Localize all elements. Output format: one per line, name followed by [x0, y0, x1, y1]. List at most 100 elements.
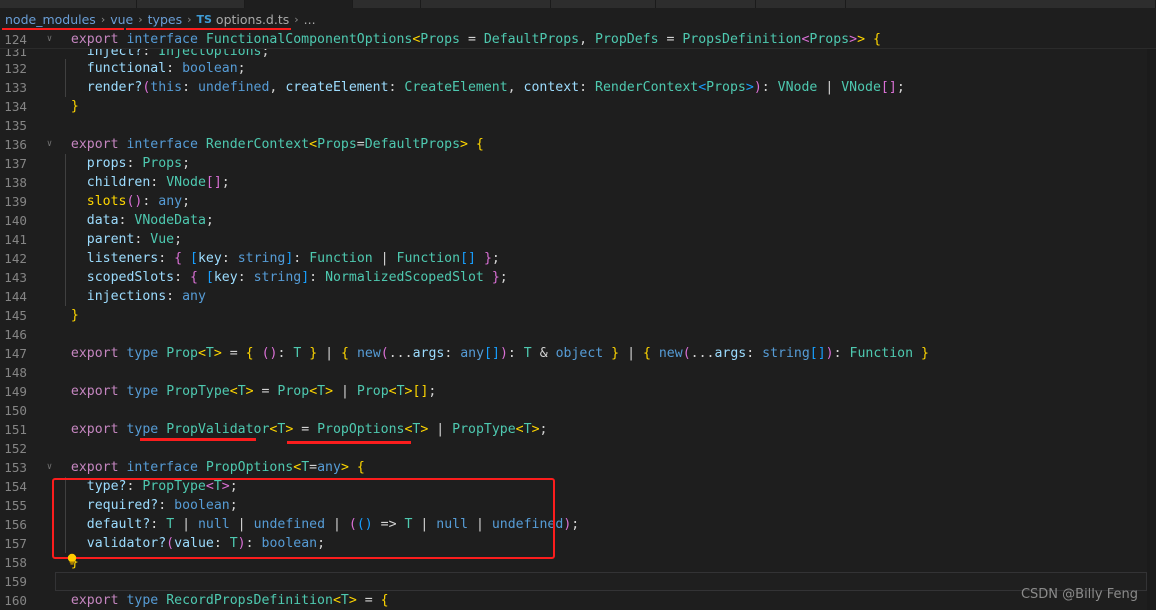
code-token: { [475, 137, 484, 152]
code-line-132[interactable]: 132 functional: boolean; [0, 59, 1156, 78]
code-token: [ [809, 346, 818, 361]
code-token: RecordPropsDefinition [166, 593, 333, 608]
code-token: | [174, 517, 198, 532]
breadcrumb-separator-icon: › [187, 12, 192, 26]
code-line-135[interactable]: 135 [0, 116, 1156, 135]
code-token: > [325, 384, 334, 399]
indent-guide [65, 249, 66, 268]
minimap-scrollbar-gutter[interactable] [1147, 30, 1156, 610]
breadcrumb-item-options-d-ts[interactable]: options.d.ts [216, 12, 289, 27]
lightbulb-quickfix-icon[interactable] [66, 553, 78, 566]
code-line-151[interactable]: 151 export type PropValidator <T> = PropO… [0, 420, 1156, 439]
code-token: < [293, 460, 302, 475]
code-token: ( [261, 346, 270, 361]
code-line-144[interactable]: 144 injections: any [0, 287, 1156, 306]
code-line-134[interactable]: 134 } [0, 97, 1156, 116]
code-line-158[interactable]: 158 } [0, 553, 1156, 572]
code-line-148[interactable]: 148 [0, 363, 1156, 382]
fold-chevron-icon[interactable]: ∨ [44, 135, 55, 154]
code-token: { [174, 251, 183, 266]
line-number-153: 153 [4, 460, 27, 475]
code-token: } [483, 251, 492, 266]
code-token: DefaultProps [483, 32, 580, 47]
code-line-159[interactable]: 159 [0, 572, 1156, 591]
breadcrumb-item-types[interactable]: types [148, 12, 182, 27]
code-line-152[interactable]: 152 [0, 439, 1156, 458]
code-text-140: data: VNodeData; [55, 211, 1156, 230]
line-number-146: 146 [4, 327, 27, 342]
fold-chevron-icon[interactable]: ∨ [44, 458, 55, 477]
code-token: Prop [166, 346, 198, 361]
breadcrumb-item-node-modules[interactable]: node_modules [5, 12, 96, 27]
editor-tab-3[interactable] [245, 0, 353, 8]
code-line-153[interactable]: 153 ∨ export interface PropOptions<T=any>… [0, 458, 1156, 477]
code-text-124: export interface FunctionalComponentOpti… [55, 30, 1156, 48]
code-token: Prop [356, 384, 389, 399]
code-token: export [70, 346, 119, 361]
code-token: : [833, 346, 850, 361]
code-line-139[interactable]: 139 slots(): any; [0, 192, 1156, 211]
code-text-135 [55, 116, 1156, 135]
code-line-145[interactable]: 145 } [0, 306, 1156, 325]
code-line-140[interactable]: 140 data: VNodeData; [0, 211, 1156, 230]
code-text-160: export type RecordPropsDefinition<T> = { [55, 591, 1156, 610]
breadcrumb[interactable]: node_modules › vue › types › TS options.d.ts ›..… [0, 8, 1156, 30]
line-number-157: 157 [4, 536, 27, 551]
code-editor[interactable]: 124 ∨ export interface FunctionalComponen… [0, 30, 1156, 610]
code-token: ; [174, 232, 183, 247]
code-token: : [158, 498, 175, 513]
code-line-138[interactable]: 138 children: VNode[]; [0, 173, 1156, 192]
code-line-160[interactable]: 160 export type RecordPropsDefinition<T>… [0, 591, 1156, 610]
code-token: | [317, 346, 342, 361]
code-line-149[interactable]: 149 export type PropType<T> = Prop<T> | … [0, 382, 1156, 401]
code-token: | [229, 517, 254, 532]
code-token: > [745, 80, 754, 95]
code-line-137[interactable]: 137 props: Props; [0, 154, 1156, 173]
editor-tab-1[interactable] [0, 0, 137, 8]
code-line-155[interactable]: 155 required?: boolean; [0, 496, 1156, 515]
code-line-142[interactable]: 142 listeners: { [key: string]: Function… [0, 249, 1156, 268]
code-token: = [309, 460, 318, 475]
code-line-146[interactable]: 146 [0, 325, 1156, 344]
code-line-136[interactable]: 136 ∨ export interface RenderContext<Prop… [0, 135, 1156, 154]
code-line-157[interactable]: 157 validator?(value: T): boolean; [0, 534, 1156, 553]
editor-tab-5[interactable] [421, 0, 551, 8]
fold-gutter [44, 249, 55, 268]
code-token: string [762, 346, 810, 361]
indent-guide [65, 477, 66, 496]
breadcrumb-item-vue[interactable]: vue [110, 12, 133, 27]
code-token: { [380, 593, 389, 608]
editor-tab-4[interactable] [353, 0, 421, 8]
code-line-131[interactable]: 131 inject?: InjectOptions; [0, 49, 1156, 59]
code-token: > [857, 32, 866, 47]
code-line-154[interactable]: 154 type?: PropType<T>; [0, 477, 1156, 496]
code-token: | [333, 384, 357, 399]
code-line-124[interactable]: 124 ∨ export interface FunctionalComponen… [0, 30, 1156, 49]
code-line-143[interactable]: 143 scopedSlots: { [key: string]: Normal… [0, 268, 1156, 287]
editor-tab-2[interactable] [137, 0, 245, 8]
code-line-150[interactable]: 150 [0, 401, 1156, 420]
editor-tab-9[interactable] [846, 0, 1156, 8]
code-token: { [341, 346, 349, 361]
code-line-156[interactable]: 156 default?: T | null | undefined | (()… [0, 515, 1156, 534]
indent-guide [65, 496, 66, 515]
editor-tab-6[interactable] [551, 0, 656, 8]
code-line-147[interactable]: 147 export type Prop<T> = { (): T } | { … [0, 344, 1156, 363]
fold-chevron-icon[interactable]: ∨ [44, 30, 55, 48]
code-text-145: } [55, 306, 1156, 325]
fold-gutter [44, 287, 55, 306]
code-line-141[interactable]: 141 parent: Vue; [0, 230, 1156, 249]
breadcrumb-separator-icon: › [100, 12, 106, 26]
editor-tab-7[interactable] [656, 0, 756, 8]
line-number-147: 147 [4, 346, 27, 361]
code-token: : [166, 61, 183, 76]
breadcrumb-item-[interactable]: ... [304, 12, 316, 27]
code-line-133[interactable]: 133 render?(this: undefined, createEleme… [0, 78, 1156, 97]
editor-tab-8[interactable] [756, 0, 846, 8]
